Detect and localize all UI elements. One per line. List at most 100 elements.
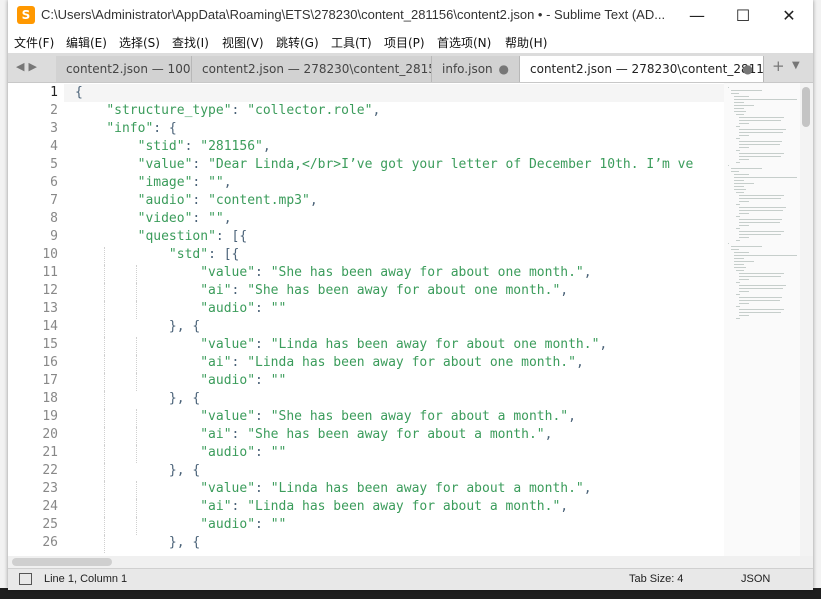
minimap-line: [739, 273, 785, 274]
line-number: 7: [50, 193, 58, 208]
line-number: 3: [50, 121, 58, 136]
menu-find[interactable]: 查找(I): [172, 34, 209, 51]
menu-edit[interactable]: 编辑(E): [66, 34, 107, 51]
line-number: 8: [50, 211, 58, 226]
minimap-line: [736, 138, 740, 139]
minimap-line: [739, 210, 784, 211]
unsaved-dot-icon[interactable]: ●: [499, 56, 509, 82]
syntax-selector[interactable]: JSON: [741, 573, 770, 585]
code-line: "value": "She has been away for about a …: [200, 409, 576, 424]
minimap-line: [736, 270, 745, 271]
indent-guide: [135, 373, 137, 391]
menu-bar: 文件(F) 编辑(E) 选择(S) 查找(I) 视图(V) 跳转(G) 工具(T…: [8, 31, 813, 53]
horizontal-scroll-thumb[interactable]: [12, 558, 112, 566]
code-line: "ai": "Linda has been away for about a m…: [200, 499, 569, 514]
editor-area[interactable]: 1 2 3 4 5 6 7 8 9 10 11 12 13 14 15 16 17 18 19 20 21 22 23 24 2…: [8, 83, 813, 556]
menu-view[interactable]: 视图(V): [222, 34, 264, 51]
tab-size[interactable]: Tab Size: 4: [629, 573, 683, 585]
minimap-line: [739, 132, 784, 133]
horizontal-scrollbar[interactable]: [8, 556, 813, 568]
minimap-line: [733, 252, 749, 253]
sublime-window: S C:\Users\Administrator\AppData\Roaming…: [8, 0, 813, 590]
minimap-line: [739, 297, 783, 298]
minimap-line: [739, 315, 750, 316]
minimap-line: [730, 90, 763, 91]
minimap-line: [739, 303, 750, 304]
minimap-line: [733, 105, 755, 106]
minimap-line: [733, 177, 798, 178]
unsaved-dot-icon[interactable]: ●: [743, 56, 753, 82]
minimap-line: [739, 237, 750, 238]
minimap-line: [736, 306, 740, 307]
indent-guide: [104, 445, 106, 463]
new-tab-icon[interactable]: +: [772, 57, 785, 75]
line-number: 14: [42, 319, 58, 334]
menu-preferences[interactable]: 首选项(N): [437, 34, 491, 51]
minimap-line: [733, 258, 745, 259]
indent-guide: [135, 265, 137, 283]
line-number: 13: [42, 301, 58, 316]
vertical-scrollbar[interactable]: [800, 83, 813, 556]
code-line: "ai": "She has been away for about a mon…: [200, 427, 553, 442]
code-line: "stid": "281156",: [137, 139, 271, 154]
code-view[interactable]: { "structure_type": "collector.role", "i…: [75, 83, 725, 556]
minimap-line: [739, 288, 784, 289]
line-number: 17: [42, 373, 58, 388]
minimap-line: [739, 129, 786, 130]
indent-guide: [104, 247, 106, 265]
minimap-line: [739, 156, 782, 157]
minimap-line: [730, 246, 763, 247]
minimap-line: [736, 240, 740, 241]
window-title: C:\Users\Administrator\AppData\Roaming\E…: [41, 7, 666, 22]
minimap-line: [739, 141, 783, 142]
menu-tools[interactable]: 工具(T): [331, 34, 372, 51]
minimap[interactable]: [724, 83, 800, 556]
panel-toggle-icon[interactable]: [19, 573, 32, 585]
line-number: 23: [42, 481, 58, 496]
code-line: "image": "",: [137, 175, 232, 190]
tab-info-json[interactable]: info.json ●: [432, 56, 520, 82]
minimize-icon[interactable]: —: [674, 0, 720, 31]
vertical-scroll-thumb[interactable]: [802, 87, 810, 127]
nav-back-icon[interactable]: ◀: [16, 60, 28, 73]
menu-selection[interactable]: 选择(S): [119, 34, 160, 51]
minimap-line: [739, 195, 785, 196]
line-number: 12: [42, 283, 58, 298]
close-icon[interactable]: ✕: [766, 0, 812, 31]
minimap-line: [736, 216, 740, 217]
minimap-line: [736, 294, 740, 295]
line-number: 18: [42, 391, 58, 406]
tab-nav-arrows[interactable]: ◀▶: [16, 60, 41, 73]
sublime-icon: S: [17, 6, 35, 24]
minimap-line: [728, 165, 729, 166]
minimap-line: [739, 198, 782, 199]
minimap-line: [739, 117, 785, 118]
line-number: 26: [42, 535, 58, 550]
line-number: 15: [42, 337, 58, 352]
tab-content2-281530[interactable]: content2.json — 278230\content_281530: [192, 56, 432, 82]
minimap-line: [736, 126, 740, 127]
tab-label: content2.json — 278230\content_281530: [202, 62, 432, 76]
minimap-line: [739, 231, 785, 232]
nav-forward-icon[interactable]: ▶: [28, 60, 40, 73]
line-number: 1: [50, 85, 58, 100]
tab-list-icon[interactable]: ▼: [792, 60, 800, 71]
code-line: "std": [{: [168, 247, 240, 262]
line-number: 11: [42, 265, 58, 280]
menu-file[interactable]: 文件(F): [14, 34, 54, 51]
code-line: "audio": "": [200, 445, 287, 460]
minimap-line: [739, 225, 750, 226]
minimap-line: [739, 159, 750, 160]
code-line: "ai": "Linda has been away for about one…: [200, 355, 584, 370]
menu-help[interactable]: 帮助(H): [505, 34, 547, 51]
cursor-position[interactable]: Line 1, Column 1: [44, 573, 127, 585]
tab-content2-281156[interactable]: content2.json — 278230\content_281156 ●: [520, 56, 764, 82]
line-number: 9: [50, 229, 58, 244]
menu-project[interactable]: 项目(P): [384, 34, 425, 51]
tab-content2-1000487[interactable]: content2.json — 1000487: [56, 56, 192, 82]
menu-goto[interactable]: 跳转(G): [276, 34, 319, 51]
line-number: 19: [42, 409, 58, 424]
minimap-line: [730, 168, 763, 169]
maximize-icon[interactable]: ☐: [720, 0, 766, 31]
code-line: }, {: [75, 319, 201, 334]
